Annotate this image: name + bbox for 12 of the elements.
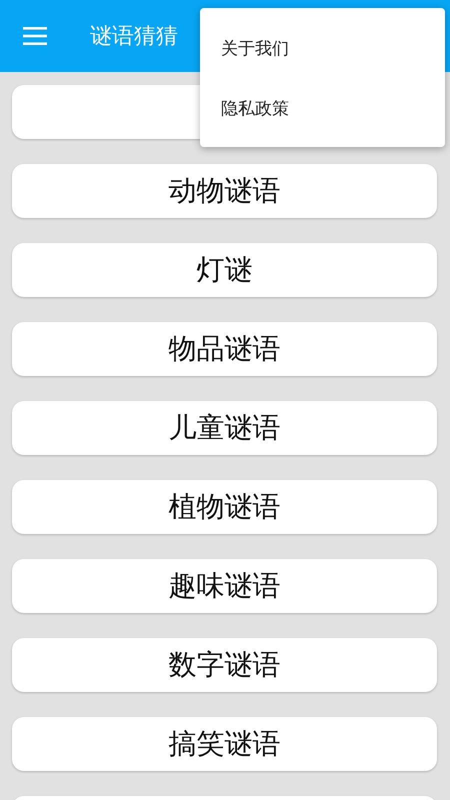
category-button[interactable]: 植物谜语 [12,480,437,534]
menu-icon[interactable] [23,27,47,45]
category-button[interactable]: 物品谜语 [12,322,437,376]
menu-item[interactable]: 关于我们 [200,18,445,78]
category-button[interactable]: 搞笑谜语 [12,717,437,771]
category-button[interactable]: 儿童谜语 [12,401,437,455]
category-button[interactable]: 数字谜语 [12,638,437,692]
category-button[interactable]: 灯谜 [12,243,437,297]
category-button[interactable]: 动物谜语 [12,164,437,218]
app-title: 谜语猜猜 [90,23,178,51]
menu-item[interactable]: 隐私政策 [200,78,445,138]
category-button[interactable]: 趣味谜语 [12,559,437,613]
